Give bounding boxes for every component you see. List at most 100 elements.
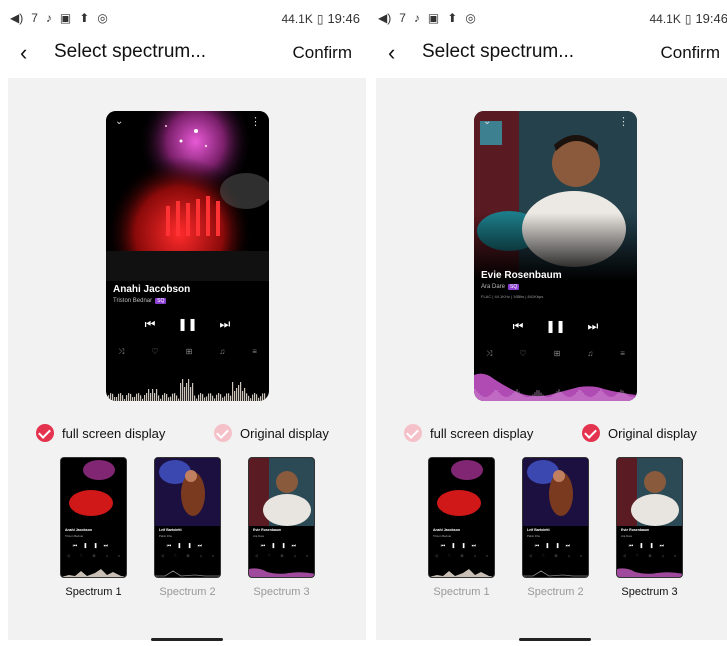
album-art-fireworks bbox=[106, 111, 269, 281]
spectrum-bar bbox=[114, 396, 116, 401]
shuffle-icon[interactable]: ⤨ bbox=[118, 347, 124, 357]
spectrum-2-card[interactable]: Leif Bartoletti Pablo Dhe ⏮❚❚⏭ ⤨ ♡ ⊞ ♫ ≡ Spe… bbox=[522, 457, 589, 598]
spectrum-bar bbox=[230, 395, 232, 401]
spectrum-bar bbox=[116, 396, 118, 401]
previous-icon[interactable]: ⏮ bbox=[145, 317, 156, 332]
checkmark-icon bbox=[404, 424, 422, 442]
image-icon: ▣ bbox=[427, 11, 440, 25]
singer-icon[interactable]: ♫ bbox=[587, 349, 593, 359]
spectrum-bar bbox=[208, 393, 210, 401]
spectrum-bar bbox=[174, 393, 176, 401]
spectrum-bar bbox=[144, 394, 146, 401]
spectrum-wave bbox=[474, 373, 637, 401]
confirm-button[interactable]: Confirm bbox=[660, 43, 720, 63]
spectrum-bar bbox=[188, 379, 190, 401]
pause-icon[interactable]: ❚❚ bbox=[545, 319, 565, 334]
spectrum-bar bbox=[162, 394, 164, 401]
spectrum-bar bbox=[252, 394, 254, 401]
spectrum-bar bbox=[118, 393, 120, 401]
chevron-left-icon[interactable]: ‹ bbox=[388, 40, 395, 66]
playlist-icon[interactable]: ≡ bbox=[252, 347, 257, 357]
collapse-icon[interactable]: ⌄ bbox=[483, 116, 491, 127]
spectrum-bar bbox=[244, 388, 246, 401]
status-bar: ◀) 7 ♪ ▣ ⬆ ◎ 44.1K ▯ 19:46 bbox=[374, 11, 727, 29]
checkmark-icon bbox=[582, 424, 600, 442]
checkmark-icon bbox=[36, 424, 54, 442]
music-note-icon: ♪ bbox=[413, 11, 420, 25]
spectrum-bar bbox=[148, 389, 150, 401]
upload-icon: ⬆ bbox=[79, 11, 90, 25]
spectrum-bar bbox=[126, 395, 128, 401]
original-display-option[interactable]: Original display bbox=[582, 424, 697, 442]
full-screen-option[interactable]: full screen display bbox=[404, 424, 533, 442]
chevron-left-icon[interactable]: ‹ bbox=[20, 40, 27, 66]
spectrum-2-card[interactable]: Leif Bartoletti Pablo Dhe ⏮❚❚⏭ ⤨ ♡ ⊞ ♫ ≡ Spe… bbox=[154, 457, 221, 598]
mini-icons: ⤨ ♡ ⊞ ♫ ≡ bbox=[67, 554, 120, 558]
full-screen-option[interactable]: full screen display bbox=[36, 424, 165, 442]
spectrum-thumbnail: Anahi Jacobson Triston Bednar ⏮❚❚⏭ ⤨ ♡ ⊞ ♫ ≡ bbox=[428, 457, 495, 578]
shuffle-icon[interactable]: ⤨ bbox=[486, 349, 492, 359]
spectrum-bar bbox=[234, 391, 236, 401]
spectrum-1-card[interactable]: Anahi Jacobson Triston Bednar ⏮❚❚⏭ ⤨ ♡ ⊞ ♫ ≡… bbox=[60, 457, 127, 598]
spectrum-bar bbox=[132, 397, 134, 401]
spectrum-bar bbox=[246, 393, 248, 401]
spectrum-3-card[interactable]: Evie Rosenbaum Ara Dare ⏮❚❚⏭ ⤨ ♡ ⊞ ♫ ≡ Spect… bbox=[616, 457, 683, 598]
quality-badge: SQ bbox=[155, 298, 167, 304]
spectrum-bar bbox=[186, 383, 188, 401]
display-options: full screen display Original display bbox=[8, 424, 366, 446]
spectrum-bar bbox=[112, 393, 114, 401]
volume-icon: ◀) bbox=[10, 11, 24, 25]
spectrum-bar bbox=[138, 393, 140, 401]
spectrum-bar bbox=[248, 395, 250, 401]
heart-icon[interactable]: ♡ bbox=[151, 347, 158, 357]
more-icon[interactable]: ⋮ bbox=[250, 115, 261, 128]
artist-name: Triston Bednar SQ bbox=[113, 298, 167, 304]
next-icon[interactable]: ⏭ bbox=[220, 317, 231, 332]
spectrum-bar bbox=[262, 393, 264, 401]
original-display-option[interactable]: Original display bbox=[214, 424, 329, 442]
spectrum-bar bbox=[124, 398, 126, 401]
spectrum-3-card[interactable]: Evie Rosenbaum Ara Dare ⏮❚❚⏭ ⤨ ♡ ⊞ ♫ ≡ Spect… bbox=[248, 457, 315, 598]
spectrum-bar bbox=[210, 393, 212, 401]
spectrum-label: Spectrum 2 bbox=[527, 586, 584, 598]
collapse-icon[interactable]: ⌄ bbox=[115, 116, 123, 127]
spectrum-bar bbox=[106, 399, 108, 401]
spectrum-bar bbox=[180, 383, 182, 401]
spectrum-bar bbox=[182, 379, 184, 401]
spectrum-bar bbox=[224, 396, 226, 401]
previous-icon[interactable]: ⏮ bbox=[513, 319, 524, 334]
spectrum-thumbnail: Anahi Jacobson Triston Bednar ⏮❚❚⏭ ⤨ ♡ ⊞ ♫ ≡ bbox=[60, 457, 127, 578]
network-speed: 44.1K bbox=[649, 11, 681, 26]
spectrum-bar bbox=[194, 395, 196, 401]
spectrum-bar bbox=[200, 393, 202, 401]
singer-icon[interactable]: ♫ bbox=[219, 347, 225, 357]
add-icon[interactable]: ⊞ bbox=[186, 347, 193, 357]
spectrum-bar bbox=[156, 389, 158, 401]
spectrum-bar bbox=[212, 395, 214, 401]
album-art-fireworks bbox=[61, 458, 126, 526]
pause-icon[interactable]: ❚❚ bbox=[177, 317, 197, 332]
mini-controls: ⏮❚❚⏭ bbox=[166, 543, 209, 549]
upload-icon: ⬆ bbox=[447, 11, 458, 25]
spectrum-bar bbox=[178, 398, 180, 401]
playlist-icon[interactable]: ≡ bbox=[620, 349, 625, 359]
mini-controls: ⏮❚❚⏭ bbox=[534, 543, 577, 549]
confirm-button[interactable]: Confirm bbox=[292, 43, 352, 63]
notification-count: 7 bbox=[399, 11, 406, 25]
more-icon[interactable]: ⋮ bbox=[618, 115, 629, 128]
action-icons: ⤨ ♡ ⊞ ♫ ≡ bbox=[486, 349, 625, 359]
add-icon[interactable]: ⊞ bbox=[554, 349, 561, 359]
spectrum-1-card[interactable]: Anahi Jacobson Triston Bednar ⏮❚❚⏭ ⤨ ♡ ⊞ ♫ ≡… bbox=[428, 457, 495, 598]
spectrum-bar bbox=[152, 389, 154, 401]
mini-spectrum bbox=[429, 569, 494, 577]
checkmark-icon bbox=[214, 424, 232, 442]
heart-icon[interactable]: ♡ bbox=[519, 349, 526, 359]
mini-spectrum bbox=[249, 568, 314, 577]
mini-controls: ⏮❚❚⏭ bbox=[440, 543, 483, 549]
album-art-guitarist bbox=[523, 458, 588, 526]
option-label: full screen display bbox=[430, 425, 534, 441]
artist-name: Ara Dare SQ bbox=[481, 284, 520, 290]
next-icon[interactable]: ⏭ bbox=[588, 319, 599, 334]
spectrum-bar bbox=[172, 393, 174, 401]
spectrum-bar bbox=[254, 393, 256, 401]
